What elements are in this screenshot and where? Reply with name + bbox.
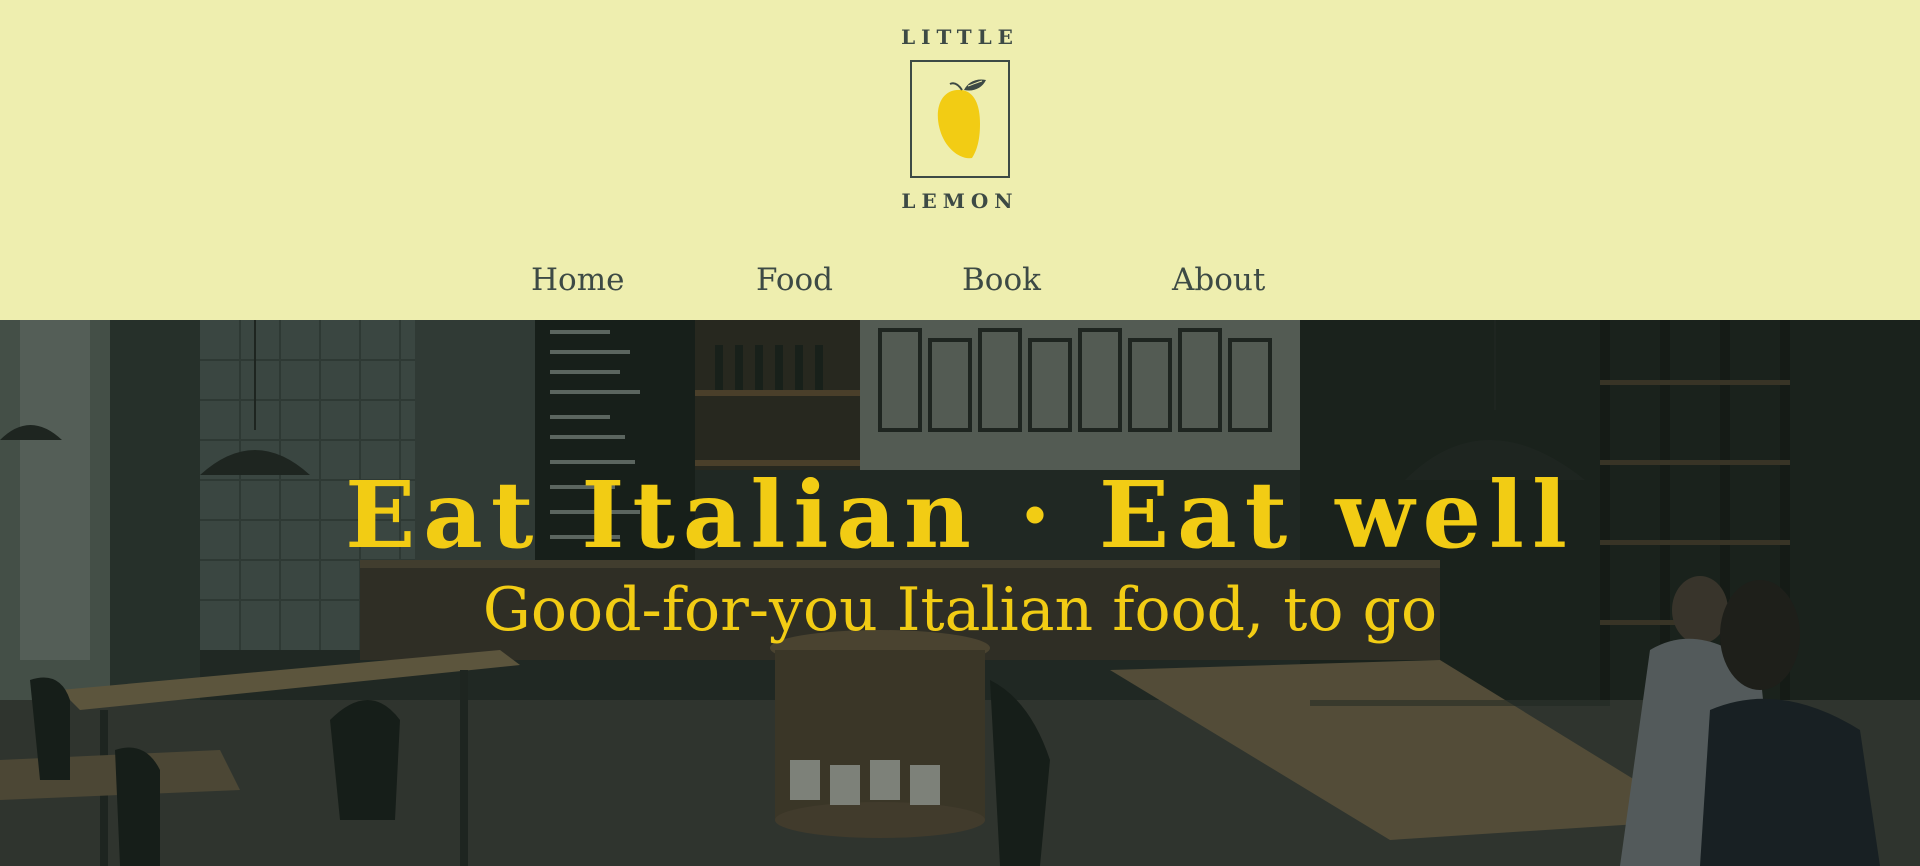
logo-frame (910, 60, 1010, 178)
nav-book[interactable]: Book (962, 255, 1041, 305)
hero-title: Eat Italian · Eat well (345, 461, 1575, 569)
logo-bottom-word: LEMON (901, 189, 1019, 213)
main-nav: Home Food Book About (0, 255, 1920, 305)
nav-home[interactable]: Home (531, 255, 624, 305)
site-header: LITTLE LEMON Home Food Book About (0, 0, 1920, 320)
nav-about[interactable]: About (1172, 255, 1265, 305)
hero-subtitle: Good-for-you Italian food, to go (482, 575, 1438, 645)
site-logo[interactable]: LITTLE LEMON (880, 22, 1040, 216)
hero-banner: Eat Italian · Eat well Good-for-you Ital… (0, 320, 1920, 866)
lemon-icon (937, 79, 986, 159)
logo-top-word: LITTLE (901, 25, 1019, 49)
nav-food[interactable]: Food (756, 255, 833, 305)
